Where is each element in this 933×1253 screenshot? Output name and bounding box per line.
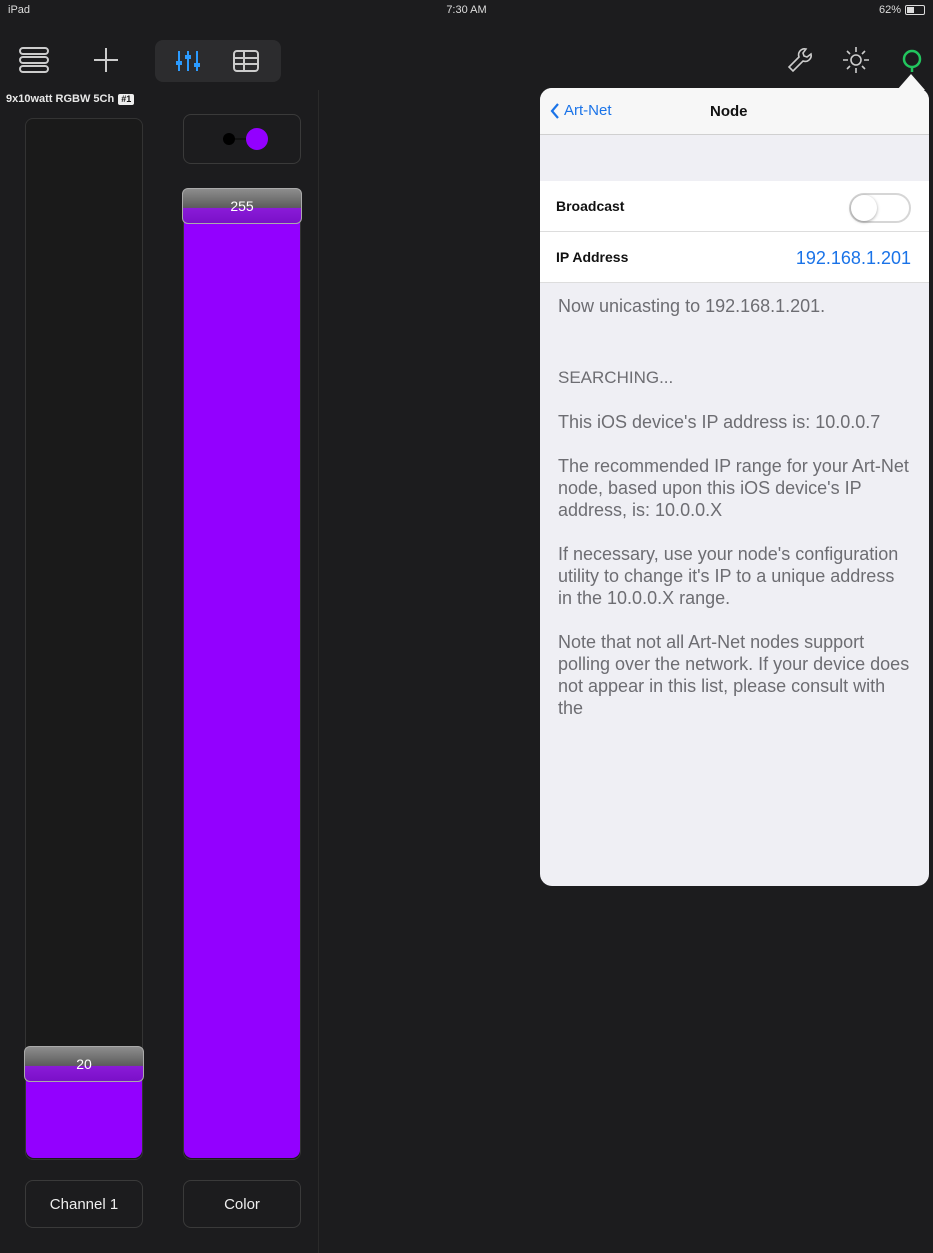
config-note: If necessary, use your node's configurat… [558, 544, 899, 608]
fader-track-channel-1[interactable] [25, 118, 143, 1160]
fader-handle-channel-1[interactable]: 20 [24, 1046, 144, 1082]
panel-divider [318, 90, 319, 1253]
fixture-label: 9x10watt RGBW 5Ch #1 [6, 93, 135, 105]
sun-icon[interactable] [836, 40, 876, 80]
switch-knob [851, 195, 877, 221]
clock: 7:30 AM [446, 4, 487, 16]
ip-address-value[interactable]: 192.168.1.201 [796, 248, 911, 269]
wrench-icon[interactable] [780, 40, 820, 80]
broadcast-switch[interactable] [849, 193, 911, 223]
searching-status: SEARCHING... [558, 368, 674, 387]
color-label-button[interactable]: Color [183, 1180, 301, 1228]
popover-title: Node [710, 103, 748, 120]
popover-navbar: Art-Net Node [540, 88, 929, 135]
fader-value: 255 [230, 198, 254, 214]
unicast-note: Now unicasting to 192.168.1.201. [558, 296, 826, 316]
back-button[interactable]: Art-Net [550, 102, 612, 119]
fixture-name: 9x10watt RGBW 5Ch [6, 93, 115, 105]
channel-label-button[interactable]: Channel 1 [25, 1180, 143, 1228]
grid-icon[interactable] [222, 44, 270, 78]
range-note: The recommended IP range for your Art-Ne… [558, 456, 909, 520]
fader-fill-color [184, 218, 300, 1158]
color-toggle[interactable] [183, 114, 301, 164]
dot-toggle-icon [223, 128, 268, 150]
node-popover: Art-Net Node Broadcast IP Address 192.16… [540, 88, 929, 886]
battery-percent: 62% [878, 4, 901, 16]
back-label: Art-Net [564, 102, 612, 119]
ip-address-label: IP Address [556, 249, 629, 265]
ip-address-row[interactable]: IP Address 192.168.1.201 [540, 232, 929, 283]
chevron-left-icon [550, 102, 559, 119]
status-bar: iPad 7:30 AM 62% [0, 0, 933, 20]
device-ip-note: This iOS device's IP address is: 10.0.0.… [558, 412, 881, 432]
stack-icon[interactable] [14, 40, 54, 80]
battery-icon [905, 5, 925, 15]
sliders-icon[interactable] [164, 44, 212, 78]
fixture-badge: #1 [118, 93, 135, 105]
fader-value: 20 [76, 1056, 92, 1072]
info-notes: Now unicasting to 192.168.1.201. SEARCHI… [540, 283, 929, 719]
plus-icon[interactable] [86, 40, 126, 80]
channel-label: Color [224, 1195, 260, 1213]
battery-indicator: 62% [879, 4, 925, 16]
fader-handle-color[interactable]: 255 [182, 188, 302, 224]
channel-label: Channel 1 [49, 1195, 119, 1213]
broadcast-label: Broadcast [556, 198, 625, 214]
broadcast-row: Broadcast [540, 181, 929, 232]
polling-note: Note that not all Art-Net nodes support … [558, 632, 910, 718]
